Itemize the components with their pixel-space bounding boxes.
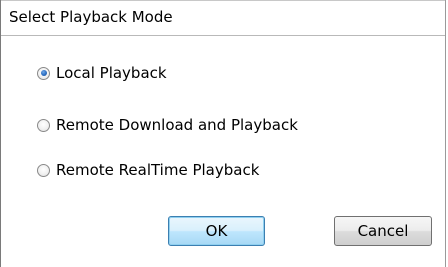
dialog-titlebar: Select Playback Mode xyxy=(1,0,445,36)
ok-button[interactable]: OK xyxy=(168,216,265,246)
radio-button-selected-icon[interactable] xyxy=(37,66,50,80)
radio-label-remote-download-playback[interactable]: Remote Download and Playback xyxy=(56,116,298,134)
select-playback-mode-dialog: Select Playback Mode Local Playback Remo… xyxy=(0,0,446,267)
cancel-button[interactable]: Cancel xyxy=(334,216,432,246)
radio-button-icon[interactable] xyxy=(37,163,50,177)
radio-label-local-playback[interactable]: Local Playback xyxy=(56,64,167,82)
radio-remote-realtime-playback[interactable]: Remote RealTime Playback xyxy=(37,160,259,180)
dialog-body: Local Playback Remote Download and Playb… xyxy=(1,36,445,267)
radio-label-remote-realtime-playback[interactable]: Remote RealTime Playback xyxy=(56,161,259,179)
dialog-title: Select Playback Mode xyxy=(9,8,173,26)
radio-button-icon[interactable] xyxy=(37,118,50,132)
radio-local-playback[interactable]: Local Playback xyxy=(37,63,167,83)
radio-remote-download-playback[interactable]: Remote Download and Playback xyxy=(37,115,298,135)
